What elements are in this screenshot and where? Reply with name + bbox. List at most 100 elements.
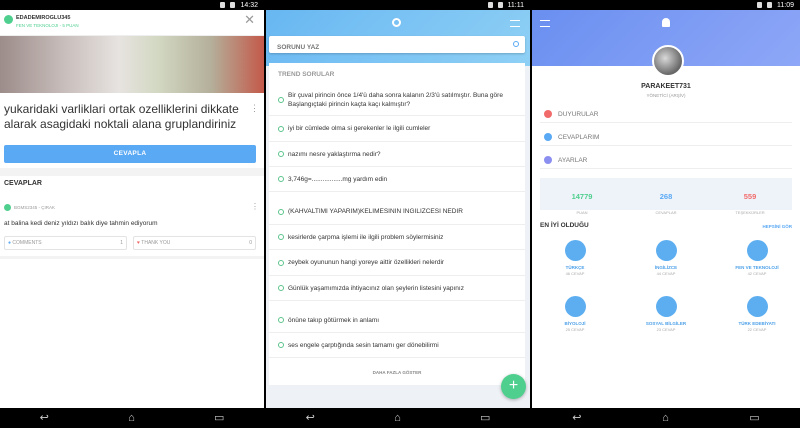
comments-count: 1: [120, 240, 123, 246]
thank-count: 0: [249, 240, 252, 246]
battery-icon: [497, 2, 503, 8]
trending-question-item[interactable]: ses engele çarptığında sesin tamamı ger …: [269, 333, 525, 358]
trending-question-text: Günlük yaşamımızda ihtiyacınız olan şeyl…: [288, 284, 464, 292]
subject-icon: [278, 151, 284, 157]
show-more-button[interactable]: DAHA FAZLA GÖSTER: [269, 370, 525, 375]
heart-icon: ♥: [137, 240, 140, 246]
search-submit-icon[interactable]: [513, 41, 519, 47]
flask-icon: [746, 240, 768, 261]
subject-turkish-literature[interactable]: TÜRK EDEBİYATI 22 CEVAP: [722, 296, 792, 332]
back-icon[interactable]: ↩: [40, 412, 49, 424]
subject-icon: [278, 285, 284, 291]
question-options-icon[interactable]: ⋮: [250, 104, 259, 113]
comment-icon: ●: [8, 240, 12, 246]
signal-icon: [487, 2, 493, 8]
close-icon[interactable]: ✕: [244, 12, 255, 28]
answerer-name[interactable]: BGMS2345 - ÇIRAK: [14, 205, 55, 210]
status-time: 14:32: [240, 1, 258, 9]
subject-icon: [278, 342, 284, 348]
android-nav-bar: ↩ ⌂ ▭: [266, 408, 530, 428]
see-all-link[interactable]: HEPSİNİ GÖR: [762, 224, 792, 229]
answerer-avatar[interactable]: [4, 204, 11, 211]
trending-question-item[interactable]: Günlük yaşamımızda ihtiyacınız olan şeyl…: [269, 276, 525, 301]
leaf-icon: [564, 296, 586, 317]
back-icon[interactable]: ↩: [306, 412, 315, 424]
stat-label: TEŞEKKÜRLER: [735, 210, 765, 215]
trending-question-item[interactable]: iyi bir cümlede olma si gerekenler le il…: [269, 116, 525, 142]
add-question-fab[interactable]: +: [501, 374, 526, 399]
question-detail-screen: 14:32 EDADEMIROGLU345 FEN VE TEKNOLOJI -…: [0, 0, 264, 428]
trending-questions-list: TREND SORULAR Bir çuval pirincin önce 1/…: [269, 63, 525, 385]
trending-title: TREND SORULAR: [278, 71, 335, 78]
recents-icon[interactable]: ▭: [749, 412, 759, 424]
trending-question-text: 3,746g=.................mg yardım edin: [288, 175, 388, 183]
subject-count: 42 CEVAP: [747, 271, 767, 276]
pencil-icon: [544, 133, 552, 141]
subject-social-studies[interactable]: SOSYAL BİLGİLER 23 CEVAP: [631, 296, 701, 332]
subject-biology[interactable]: BİYOLOJİ 25 CEVAP: [540, 296, 610, 332]
trending-question-item[interactable]: önüne takıp götürmek in anlamı: [269, 308, 525, 333]
trending-question-item[interactable]: zeybek oyununun hangi yoreye aittir özel…: [269, 250, 525, 276]
stat-label: CEVAPLAR: [655, 210, 677, 215]
answer-options-icon[interactable]: ⋮: [251, 203, 259, 211]
thank-you-button[interactable]: ♥ THANK YOU 0: [133, 236, 256, 250]
signal-icon: [220, 2, 226, 8]
book-icon: [564, 240, 586, 261]
trending-question-text: ses engele çarptığında sesin tamamı ger …: [288, 341, 439, 349]
stat-value: 14779: [571, 192, 593, 201]
answer-actions: ● COMMENTS 1 ♥ THANK YOU 0: [4, 236, 256, 250]
back-icon[interactable]: ↩: [572, 412, 581, 424]
menu-icon[interactable]: [510, 20, 520, 27]
subject-count: 46 CEVAP: [565, 271, 585, 276]
trending-question-item[interactable]: 3,746g=.................mg yardım edin: [269, 167, 525, 192]
trending-question-text: nazımı nesre yaklaştırma nedir?: [288, 150, 381, 158]
subject-english[interactable]: İNGİLİZCE 44 CEVAP: [631, 240, 701, 276]
home-icon[interactable]: ⌂: [662, 412, 669, 424]
subject-count: 25 CEVAP: [565, 327, 585, 332]
subject-name: TÜRKÇE: [565, 265, 585, 270]
subject-icon: [278, 125, 284, 132]
stat-thanks: 559 TEŞEKKÜRLER: [708, 178, 792, 215]
recents-icon[interactable]: ▭: [480, 412, 490, 424]
best-subjects-title: EN İYİ OLDUĞU: [540, 222, 589, 229]
answer-button[interactable]: CEVAPLA: [4, 145, 256, 163]
search-icon[interactable]: [392, 18, 401, 27]
menu-item-label: AYARLAR: [558, 156, 588, 164]
subject-name: BİYOLOJİ: [564, 321, 586, 326]
user-avatar[interactable]: [4, 15, 13, 24]
profile-avatar[interactable]: [652, 45, 684, 77]
menu-item-label: DUYURULAR: [558, 110, 599, 118]
trending-question-item[interactable]: (KAHVALTIMI YAPARIM)KELIMESININ INGILIZC…: [269, 199, 525, 225]
profile-icon[interactable]: [662, 18, 670, 27]
menu-item-settings[interactable]: AYARLAR: [540, 152, 792, 169]
status-bar: 11:09: [532, 0, 800, 10]
android-nav-bar: ↩ ⌂ ▭: [532, 408, 800, 428]
trending-question-text: Bir çuval pirincin önce 1/4'ü daha sonra…: [288, 92, 503, 108]
subject-name: SOSYAL BİLGİLER: [645, 321, 687, 326]
stat-value: 559: [743, 192, 757, 201]
question-text: yukaridaki varliklari ortak ozelliklerin…: [4, 102, 239, 131]
book-open-icon: [655, 240, 677, 261]
menu-icon[interactable]: [540, 20, 550, 27]
subject-turkish[interactable]: TÜRKÇE 46 CEVAP: [540, 240, 610, 276]
home-icon[interactable]: ⌂: [394, 412, 401, 424]
trending-question-item[interactable]: Bir çuval pirincin önce 1/4'ü daha sonra…: [269, 85, 525, 116]
stat-value: 268: [659, 192, 673, 201]
search-bar[interactable]: [269, 36, 525, 56]
signal-icon: [757, 2, 762, 8]
trending-question-item[interactable]: kesirlerde çarpma işlemi ile ilgili prob…: [269, 225, 525, 250]
question-attachment-image[interactable]: [0, 36, 264, 93]
divider: [0, 168, 264, 176]
home-icon[interactable]: ⌂: [128, 412, 135, 424]
trending-question-item[interactable]: nazımı nesre yaklaştırma nedir?: [269, 142, 525, 167]
menu-item-my-answers[interactable]: CEVAPLARIM: [540, 129, 792, 146]
search-input[interactable]: [269, 39, 469, 56]
divider: [0, 256, 264, 259]
comments-button[interactable]: ● COMMENTS 1: [4, 236, 127, 250]
stat-points: 14779 PUAN: [540, 178, 624, 215]
subject-science[interactable]: FEN VE TEKNOLOJİ 42 CEVAP: [722, 240, 792, 276]
menu-item-announcements[interactable]: DUYURULAR: [540, 106, 792, 123]
battery-icon: [767, 2, 772, 8]
question-username[interactable]: EDADEMIROGLU345: [16, 15, 70, 21]
recents-icon[interactable]: ▭: [214, 412, 224, 424]
